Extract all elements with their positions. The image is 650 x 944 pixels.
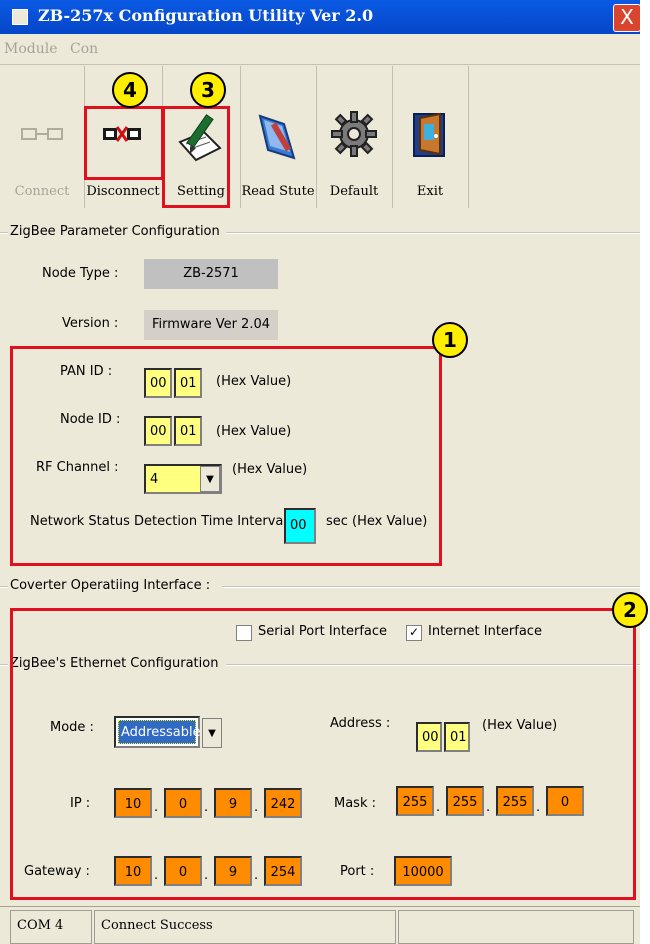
status-bar: COM 4 Connect Success <box>0 906 640 944</box>
exit-label: Exit <box>416 184 444 199</box>
version-field: Firmware Ver 2.04 <box>144 310 278 340</box>
title-bar[interactable]: ZB-257x Configuration Utility Ver 2.0 X <box>0 0 640 34</box>
close-button[interactable]: X <box>613 4 640 32</box>
node-type-field: ZB-2571 <box>144 259 278 289</box>
default-label: Default <box>329 184 379 199</box>
group-line <box>0 586 8 588</box>
annotation-box-ethernet <box>10 608 636 900</box>
menu-bar: Module Con <box>0 34 640 65</box>
group-line <box>0 232 8 234</box>
version-label: Version : <box>62 316 119 331</box>
app-icon <box>12 9 28 25</box>
group-line <box>0 664 8 666</box>
node-type-label: Node Type : <box>42 266 119 281</box>
disconnect-label: Disconnect <box>86 184 160 199</box>
group-line <box>222 586 640 588</box>
connect-label: Connect <box>14 184 70 199</box>
annotation-box-zigbee-params <box>10 346 442 566</box>
status-extra <box>398 910 634 944</box>
window-title: ZB-257x Configuration Utility Ver 2.0 <box>38 6 374 25</box>
read-state-label: Read Stute <box>241 184 315 199</box>
read-state-icon <box>258 114 296 160</box>
zigbee-group-title: ZigBee Parameter Configuration <box>10 224 220 239</box>
status-port: COM 4 <box>10 910 92 944</box>
read-state-button[interactable]: Read Stute <box>240 66 317 208</box>
badge-4: 4 <box>112 72 148 108</box>
badge-1: 1 <box>432 322 468 358</box>
annotation-box-disconnect <box>84 106 164 180</box>
badge-3: 3 <box>190 72 226 108</box>
default-button[interactable]: Default <box>316 66 393 208</box>
connect-icon <box>21 128 63 140</box>
badge-2: 2 <box>612 592 648 628</box>
group-line <box>226 232 640 234</box>
status-message: Connect Success <box>94 910 396 944</box>
gear-icon <box>331 111 377 157</box>
exit-door-icon <box>413 112 445 157</box>
connect-button[interactable]: Connect <box>0 66 85 208</box>
exit-button[interactable]: Exit <box>392 66 469 208</box>
annotation-box-setting <box>162 106 230 208</box>
menu-module[interactable]: Module <box>4 41 58 57</box>
converter-group-title: Coverter Operatiing Interface : <box>10 578 211 593</box>
menu-con[interactable]: Con <box>70 41 98 57</box>
